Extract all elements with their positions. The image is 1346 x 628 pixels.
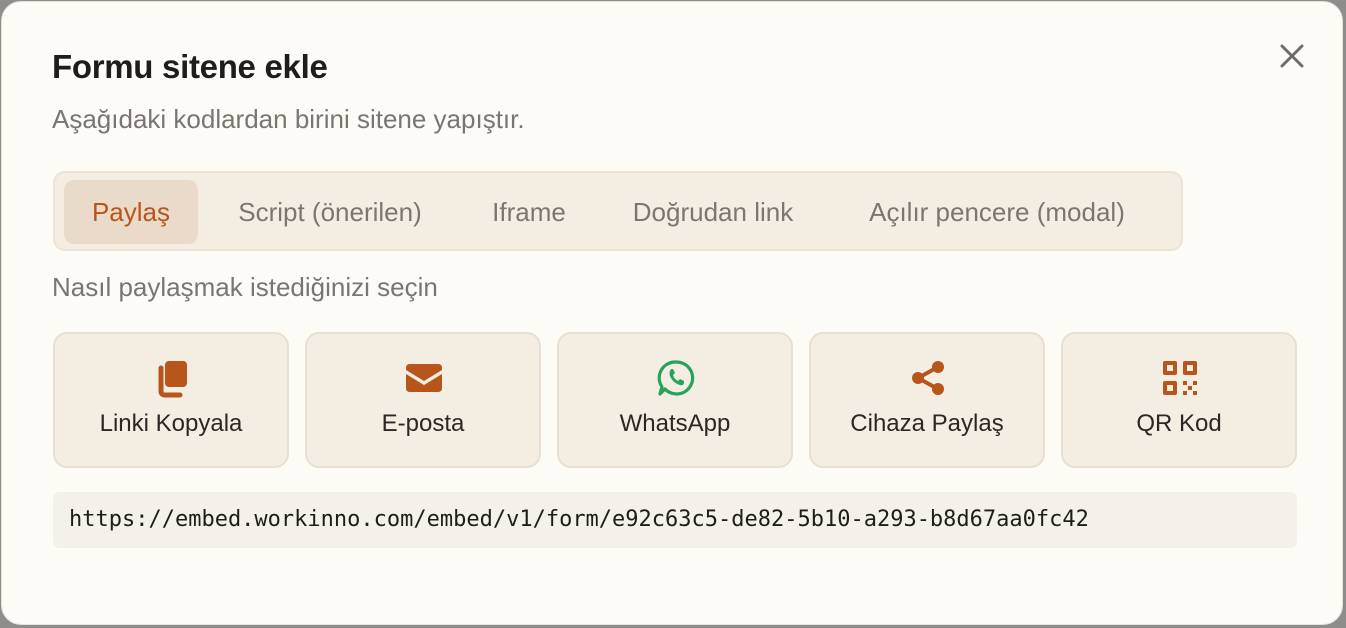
dialog-subtitle: Aşağıdaki kodlardan birini sitene yapışt… xyxy=(52,104,525,134)
share-section-label: Nasıl paylaşmak istediğinizi seçin xyxy=(52,272,438,302)
device-share-label: Cihaza Paylaş xyxy=(850,410,1004,437)
tab-script[interactable]: Script (önerilen) xyxy=(210,180,450,244)
qr-code-icon xyxy=(1163,361,1197,395)
tab-direct-link[interactable]: Doğrudan link xyxy=(608,180,818,244)
tab-share[interactable]: Paylaş xyxy=(64,180,198,244)
device-share-button[interactable]: Cihaza Paylaş xyxy=(809,332,1045,468)
email-button[interactable]: E-posta xyxy=(305,332,541,468)
close-icon[interactable] xyxy=(1274,38,1310,74)
embed-type-tabs: Paylaş Script (önerilen) Iframe Doğrudan… xyxy=(53,171,1183,251)
whatsapp-icon xyxy=(657,360,695,396)
envelope-icon xyxy=(406,364,442,392)
email-label: E-posta xyxy=(381,410,465,437)
qr-code-button[interactable]: QR Kod xyxy=(1061,332,1297,468)
embed-form-dialog: Formu sitene ekle Aşağıdaki kodlardan bi… xyxy=(1,1,1343,625)
whatsapp-label: WhatsApp xyxy=(619,410,731,437)
copy-link-button[interactable]: Linki Kopyala xyxy=(53,332,289,468)
tab-iframe[interactable]: Iframe xyxy=(469,180,589,244)
qr-code-label: QR Kod xyxy=(1136,410,1222,437)
share-url[interactable]: https://embed.workinno.com/embed/v1/form… xyxy=(53,492,1297,548)
whatsapp-button[interactable]: WhatsApp xyxy=(557,332,793,468)
share-icon xyxy=(912,361,944,395)
tab-modal[interactable]: Açılır pencere (modal) xyxy=(841,180,1153,244)
dialog-title: Formu sitene ekle xyxy=(52,48,328,85)
copy-icon xyxy=(158,361,187,398)
copy-link-label: Linki Kopyala xyxy=(99,410,243,437)
